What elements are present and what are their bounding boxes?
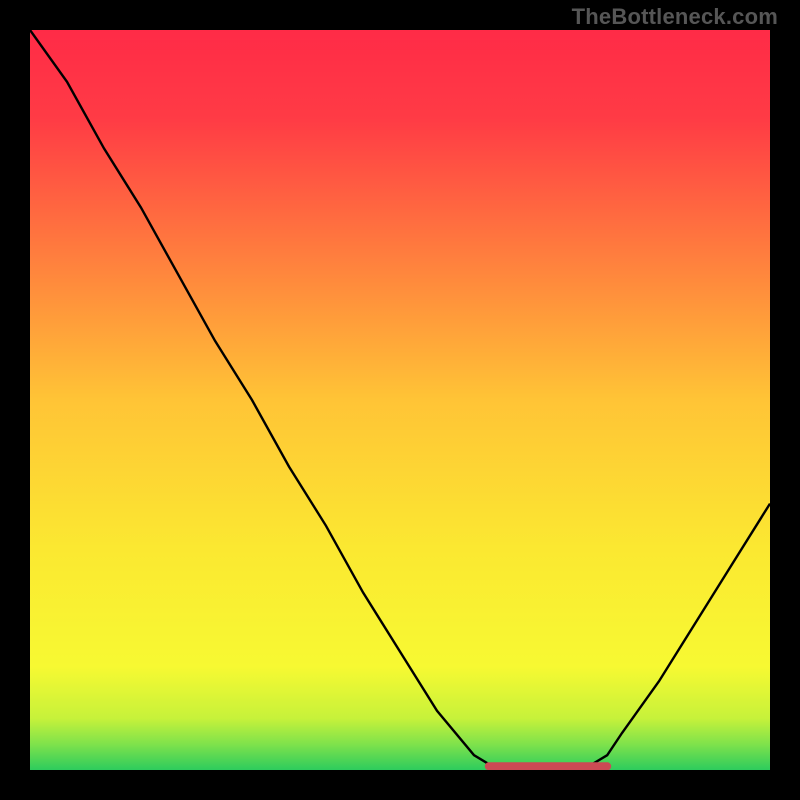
plot-area xyxy=(30,30,770,770)
watermark-text: TheBottleneck.com xyxy=(572,4,778,30)
gradient-background xyxy=(30,30,770,770)
chart-svg xyxy=(30,30,770,770)
chart-frame: TheBottleneck.com xyxy=(0,0,800,800)
